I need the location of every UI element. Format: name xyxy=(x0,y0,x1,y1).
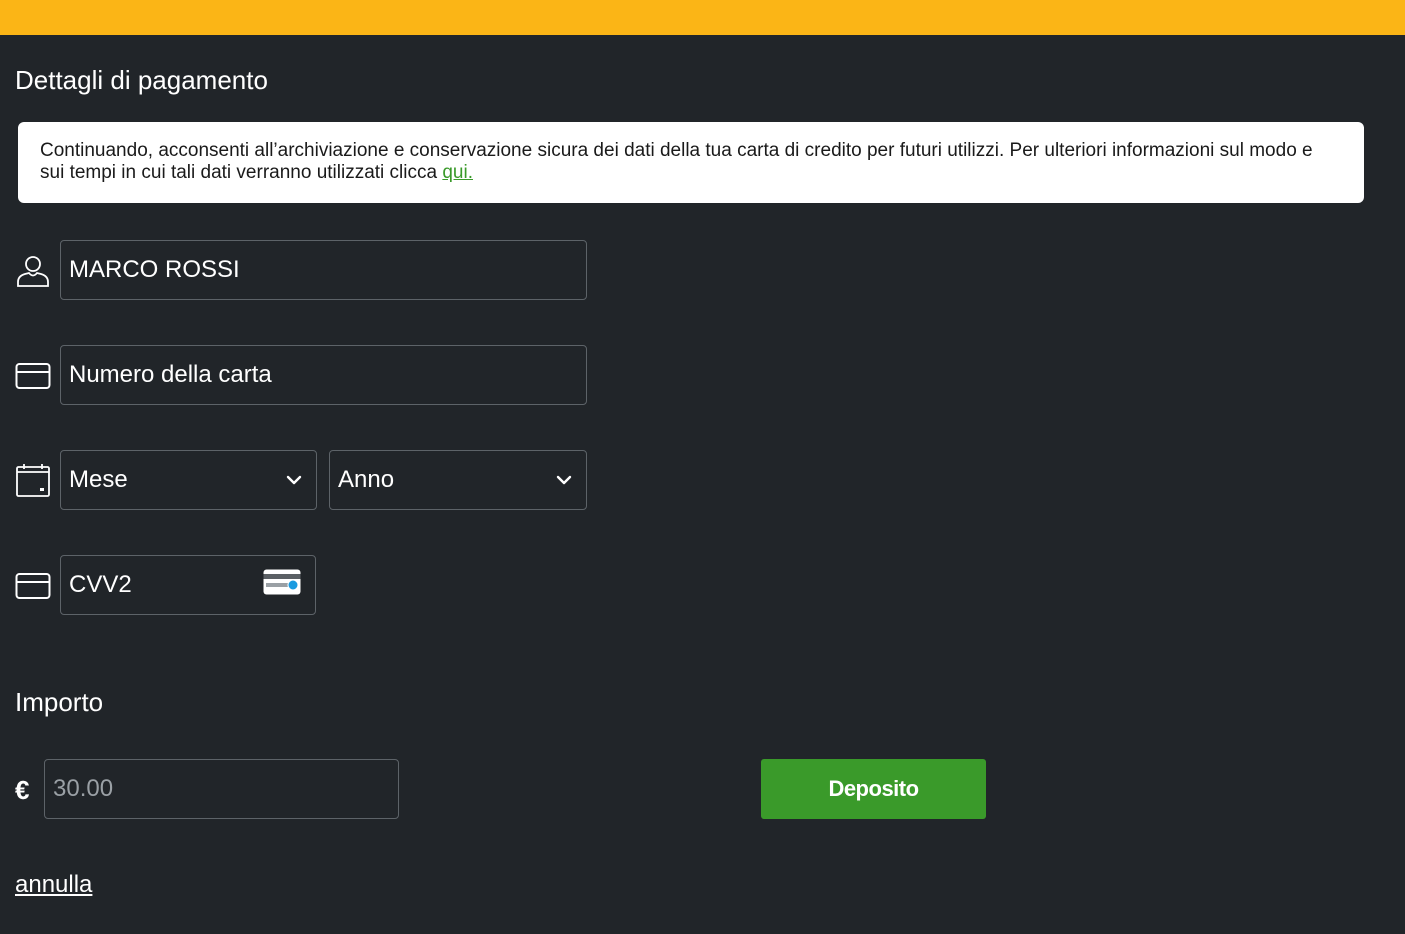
consent-info-link[interactable]: qui. xyxy=(442,162,473,183)
cardholder-name-field[interactable]: MARCO ROSSI xyxy=(60,240,587,300)
user-icon xyxy=(15,252,51,288)
payment-details-title: Dettagli di pagamento xyxy=(15,65,268,95)
chevron-down-icon xyxy=(286,475,302,485)
card-number-placeholder: Numero della carta xyxy=(69,361,272,388)
credit-card-icon xyxy=(15,568,51,604)
chevron-down-icon xyxy=(556,475,572,485)
calendar-icon xyxy=(15,462,51,498)
expiry-month-value: Mese xyxy=(69,466,128,493)
cancel-link[interactable]: annulla xyxy=(15,870,92,900)
currency-symbol: € xyxy=(15,775,30,805)
cvv-field[interactable]: CVV2 xyxy=(60,555,316,615)
cardholder-name-value: MARCO ROSSI xyxy=(69,256,240,283)
amount-value: 30.00 xyxy=(53,775,114,802)
cvv-placeholder: CVV2 xyxy=(69,571,132,598)
top-accent-bar xyxy=(0,0,1405,35)
cvv-card-icon xyxy=(263,569,301,602)
card-number-field[interactable]: Numero della carta xyxy=(60,345,587,405)
credit-card-icon xyxy=(15,358,51,394)
deposit-button[interactable]: Deposito xyxy=(761,759,986,819)
expiry-month-select[interactable]: Mese xyxy=(60,450,317,510)
expiry-year-value: Anno xyxy=(338,466,395,493)
amount-input[interactable]: 30.00 xyxy=(44,759,399,819)
consent-notice: Continuando, acconsenti all’archiviazion… xyxy=(18,122,1364,203)
consent-text: Continuando, acconsenti all’archiviazion… xyxy=(40,140,1313,183)
expiry-year-select[interactable]: Anno xyxy=(329,450,587,510)
amount-title: Importo xyxy=(15,687,104,717)
